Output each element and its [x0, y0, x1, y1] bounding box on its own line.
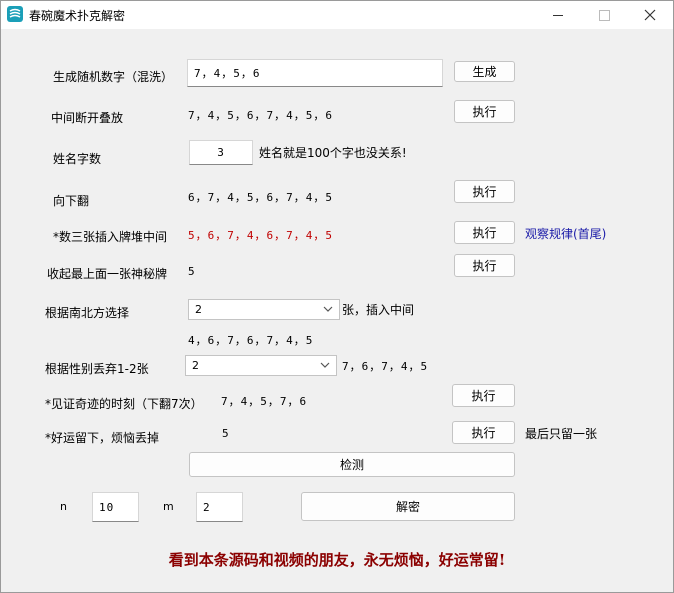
- close-icon: [644, 9, 656, 21]
- good-luck-label: *好运留下，烦恼丢掉: [45, 431, 160, 445]
- close-button[interactable]: [627, 1, 673, 29]
- flip-down-value: 6，7，4，5，6，7，4，5: [188, 191, 333, 204]
- miracle-label: *见证奇迹的时刻（下翻7次）: [45, 397, 203, 411]
- middle-split-value: 7，4，5，6，7，4，5，6: [188, 109, 333, 122]
- detect-button[interactable]: 检测: [189, 452, 515, 477]
- app-icon: [7, 6, 23, 22]
- flip-down-execute-button[interactable]: 执行: [454, 180, 515, 203]
- direction-value: 4，6，7，6，7，4，5: [188, 334, 314, 347]
- good-luck-note: 最后只留一张: [525, 427, 598, 441]
- insert-three-value: 5，6，7，4，6，7，4，5: [188, 229, 333, 242]
- flip-down-label: 向下翻: [53, 194, 90, 208]
- good-luck-execute-button[interactable]: 执行: [452, 421, 515, 444]
- random-numbers-input[interactable]: 7，4，5，6: [187, 59, 443, 87]
- m-input[interactable]: 2: [196, 492, 243, 522]
- m-label: m: [163, 500, 174, 513]
- insert-three-label: *数三张插入牌堆中间: [53, 230, 168, 244]
- hide-top-execute-button[interactable]: 执行: [454, 254, 515, 277]
- middle-split-label: 中间断开叠放: [51, 111, 124, 125]
- gender-value: 7，6，7，4，5: [342, 360, 429, 373]
- name-length-label: 姓名字数: [53, 152, 102, 166]
- miracle-value: 7，4，5，7，6: [221, 395, 308, 408]
- middle-split-execute-button[interactable]: 执行: [454, 100, 515, 123]
- direction-select[interactable]: 2: [188, 299, 340, 320]
- gender-label: 根据性别丢弃1-2张: [45, 362, 149, 376]
- generate-button[interactable]: 生成: [454, 61, 515, 82]
- n-label: n: [60, 500, 67, 513]
- minimize-button[interactable]: [535, 1, 581, 29]
- good-luck-value: 5: [222, 427, 230, 440]
- direction-suffix: 张，插入中间: [342, 303, 415, 317]
- hide-top-label: 收起最上面一张神秘牌: [47, 267, 168, 281]
- direction-selected: 2: [195, 303, 202, 316]
- miracle-execute-button[interactable]: 执行: [452, 384, 515, 407]
- minimize-icon: [553, 14, 563, 16]
- direction-label: 根据南北方选择: [45, 306, 130, 320]
- name-length-input[interactable]: 3: [189, 140, 253, 165]
- gender-select[interactable]: 2: [185, 355, 337, 376]
- hide-top-value: 5: [188, 265, 196, 278]
- title-bar: 春碗魔术扑克解密: [1, 1, 673, 29]
- footer-message: 看到本条源码和视频的朋友，永无烦恼，好运常留!: [168, 551, 506, 569]
- observe-pattern-link[interactable]: 观察规律(首尾): [525, 225, 606, 242]
- decrypt-button[interactable]: 解密: [301, 492, 515, 521]
- generate-label: 生成随机数字（混洗）: [53, 70, 174, 84]
- maximize-icon: [598, 9, 610, 21]
- maximize-button[interactable]: [581, 1, 627, 29]
- name-length-note: 姓名就是100个字也没关系!: [259, 146, 407, 160]
- n-input[interactable]: 10: [92, 492, 139, 522]
- window-title: 春碗魔术扑克解密: [29, 9, 126, 23]
- gender-selected: 2: [192, 359, 199, 372]
- insert-three-execute-button[interactable]: 执行: [454, 221, 515, 244]
- main-window: 春碗魔术扑克解密 生成随机数字（混洗） 7，4，5，6 生成 中间断开叠放 7，…: [0, 0, 674, 593]
- chevron-down-icon: [320, 362, 330, 368]
- chevron-down-icon: [323, 306, 333, 312]
